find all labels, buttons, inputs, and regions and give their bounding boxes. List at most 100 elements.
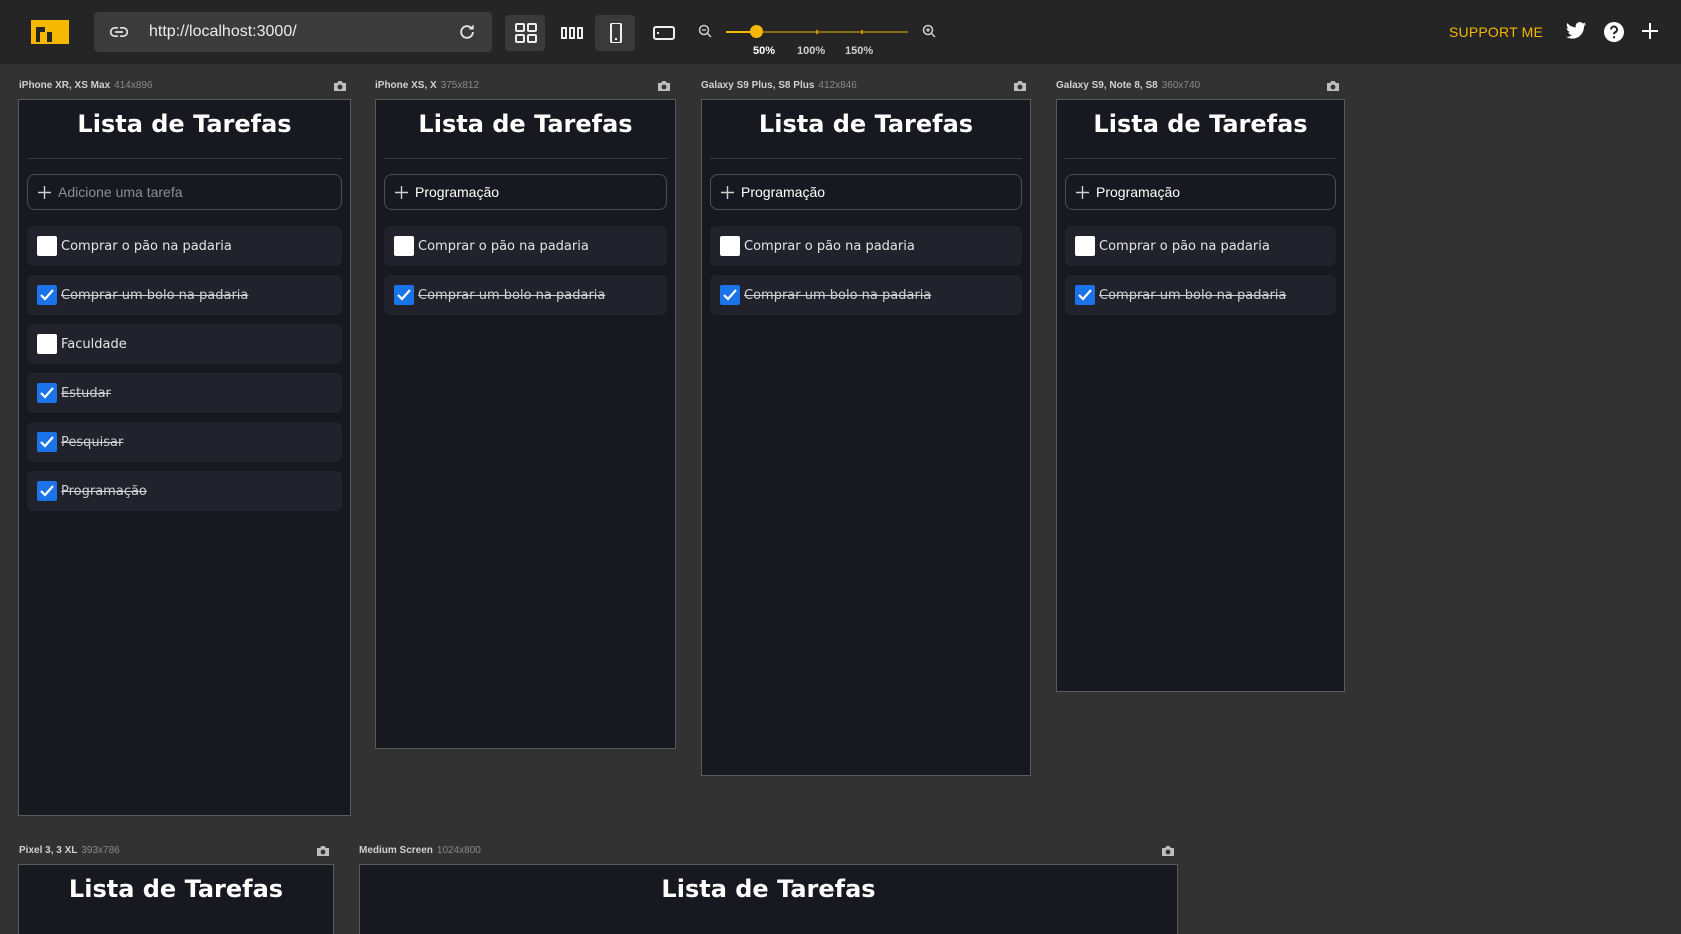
title-divider xyxy=(27,158,342,159)
device-resolution: 414x896 xyxy=(114,80,153,91)
app-title: Lista de Tarefas xyxy=(68,875,284,903)
task-checkbox[interactable] xyxy=(37,285,57,305)
column-layout-button[interactable] xyxy=(551,15,591,51)
checkmark-icon xyxy=(40,289,54,301)
task-checkbox[interactable] xyxy=(37,383,57,403)
task-text: Comprar o pão na padaria xyxy=(744,239,915,254)
device-frame-pixel-3: Lista de Tarefas xyxy=(18,864,334,934)
zoom-in-icon[interactable] xyxy=(922,24,936,38)
zoom-slider-thumb[interactable] xyxy=(750,25,764,38)
task-item[interactable]: Comprar um bolo na padaria xyxy=(27,275,342,315)
device-name: iPhone XS, X xyxy=(375,80,437,91)
task-text: Programação xyxy=(61,484,147,499)
app-logo-icon[interactable] xyxy=(31,20,69,44)
add-task-input[interactable] xyxy=(415,175,656,209)
task-item[interactable]: Programação xyxy=(27,471,342,511)
task-item[interactable]: Estudar xyxy=(27,373,342,413)
device-frame-galaxy-s9: Lista de Tarefas Comprar o pão na padari… xyxy=(1056,99,1345,692)
device-label: Galaxy S9, Note 8, S8 360x740 xyxy=(1056,80,1200,91)
app-title: Lista de Tarefas xyxy=(77,110,292,138)
task-text: Comprar um bolo na padaria xyxy=(418,288,606,303)
help-icon[interactable] xyxy=(1603,21,1625,43)
top-toolbar: http://localhost:3000/ 50% 100% 150% SUP… xyxy=(0,0,1681,64)
grid-layout-button[interactable] xyxy=(505,15,545,51)
device-resolution: 412x846 xyxy=(818,80,857,91)
screenshot-camera-icon[interactable] xyxy=(1326,80,1340,92)
add-device-icon[interactable] xyxy=(1641,22,1659,40)
support-me-link[interactable]: SUPPORT ME xyxy=(1449,24,1543,40)
screenshot-camera-icon[interactable] xyxy=(316,845,330,857)
screenshot-camera-icon[interactable] xyxy=(1161,845,1175,857)
add-task-field[interactable] xyxy=(1065,174,1336,210)
task-item[interactable]: Comprar um bolo na padaria xyxy=(384,275,667,315)
task-checkbox[interactable] xyxy=(1075,285,1095,305)
landscape-button[interactable] xyxy=(643,15,683,51)
zoom-label-150: 150% xyxy=(845,45,874,57)
phone-portrait-icon xyxy=(610,23,622,43)
app-title: Lista de Tarefas xyxy=(1093,110,1308,138)
device-frame-iphone-xs: Lista de Tarefas Comprar o pão na padari… xyxy=(375,99,676,749)
screenshot-camera-icon[interactable] xyxy=(333,80,347,92)
task-checkbox[interactable] xyxy=(37,481,57,501)
device-name: Galaxy S9 Plus, S8 Plus xyxy=(701,80,815,91)
device-name: Medium Screen xyxy=(359,845,433,856)
link-icon xyxy=(109,27,129,38)
title-divider xyxy=(710,158,1022,159)
device-name: iPhone XR, XS Max xyxy=(19,80,111,91)
device-frame-medium-screen: Lista de Tarefas xyxy=(359,864,1178,934)
task-checkbox[interactable] xyxy=(720,285,740,305)
grid-icon xyxy=(515,23,537,43)
app-title: Lista de Tarefas xyxy=(418,110,633,138)
add-task-field[interactable] xyxy=(710,174,1022,210)
title-divider xyxy=(384,158,667,159)
reload-icon[interactable] xyxy=(457,22,477,42)
task-text: Pesquisar xyxy=(61,435,124,450)
task-checkbox[interactable] xyxy=(1075,236,1095,256)
task-item[interactable]: Comprar o pão na padaria xyxy=(384,226,667,266)
checkmark-icon xyxy=(1078,289,1092,301)
device-name: Pixel 3, 3 XL xyxy=(19,845,78,856)
task-item[interactable]: Faculdade xyxy=(27,324,342,364)
device-label: Medium Screen 1024x800 xyxy=(359,845,481,856)
checkmark-icon xyxy=(397,289,411,301)
add-task-field[interactable] xyxy=(384,174,667,210)
task-item[interactable]: Comprar um bolo na padaria xyxy=(710,275,1022,315)
add-task-input[interactable] xyxy=(58,175,331,209)
task-checkbox[interactable] xyxy=(37,334,57,354)
phone-landscape-icon xyxy=(653,26,675,40)
title-divider xyxy=(1065,158,1336,159)
checkmark-icon xyxy=(40,436,54,448)
task-checkbox[interactable] xyxy=(37,236,57,256)
zoom-label-50: 50% xyxy=(753,45,776,57)
task-text: Comprar um bolo na padaria xyxy=(1099,288,1287,303)
plus-icon xyxy=(1076,186,1089,199)
task-item[interactable]: Comprar o pão na padaria xyxy=(27,226,342,266)
task-checkbox[interactable] xyxy=(37,432,57,452)
add-task-field[interactable] xyxy=(27,174,342,210)
task-text: Faculdade xyxy=(61,337,127,352)
portrait-button[interactable] xyxy=(595,15,635,51)
url-input[interactable]: http://localhost:3000/ xyxy=(149,23,297,41)
screenshot-camera-icon[interactable] xyxy=(1013,80,1027,92)
task-text: Comprar um bolo na padaria xyxy=(61,288,249,303)
task-item[interactable]: Comprar o pão na padaria xyxy=(710,226,1022,266)
task-item[interactable]: Comprar o pão na padaria xyxy=(1065,226,1336,266)
plus-icon xyxy=(38,186,51,199)
twitter-icon[interactable] xyxy=(1565,21,1587,41)
plus-icon xyxy=(395,186,408,199)
zoom-out-icon[interactable] xyxy=(698,24,712,38)
device-frame-iphone-xr: Lista de Tarefas Comprar o pão na padari… xyxy=(18,99,351,816)
task-checkbox[interactable] xyxy=(394,285,414,305)
screenshot-camera-icon[interactable] xyxy=(657,80,671,92)
plus-icon xyxy=(721,186,734,199)
task-checkbox[interactable] xyxy=(394,236,414,256)
task-item[interactable]: Pesquisar xyxy=(27,422,342,462)
zoom-label-100: 100% xyxy=(797,45,826,57)
add-task-input[interactable] xyxy=(1096,175,1325,209)
task-item[interactable]: Comprar um bolo na padaria xyxy=(1065,275,1336,315)
task-text: Comprar o pão na padaria xyxy=(61,239,232,254)
task-checkbox[interactable] xyxy=(720,236,740,256)
add-task-input[interactable] xyxy=(741,175,1011,209)
zoom-tick xyxy=(861,30,863,34)
task-text: Estudar xyxy=(61,386,111,401)
